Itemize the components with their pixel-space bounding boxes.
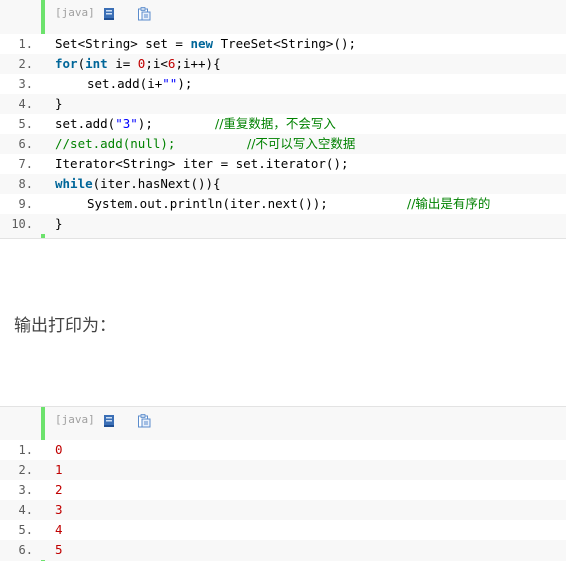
line-number: 4. <box>18 97 33 111</box>
code-line: 4. } <box>0 94 566 114</box>
code-line: 10. } <box>0 214 566 234</box>
output-line: 2. 1 <box>0 460 566 480</box>
line-number: 6. <box>18 543 33 557</box>
output-value: 4 <box>55 522 63 537</box>
line-number: 4. <box>18 503 33 517</box>
code-line: 3. set.add(i+""); <box>0 74 566 94</box>
output-value: 5 <box>55 542 63 557</box>
book-icon[interactable] <box>103 413 116 427</box>
line-number: 5. <box>18 523 33 537</box>
code-block-output: [java] 1. 0 2. 1 3. 2 4. 3 5. 4 6. 5 <box>0 406 566 561</box>
code-line: 6. //set.add(null); //不可以写入空数据 <box>0 134 566 154</box>
clipboard-icon[interactable] <box>137 6 151 21</box>
code-line: 7. Iterator<String> iter = set.iterator(… <box>0 154 566 174</box>
line-number: 1. <box>18 37 33 51</box>
code-toolbar: [java] <box>45 407 566 435</box>
output-line: 6. 5 <box>0 540 566 560</box>
code-line: 1. Set<String> set = new TreeSet<String>… <box>0 34 566 54</box>
line-number: 3. <box>18 77 33 91</box>
output-line: 3. 2 <box>0 480 566 500</box>
code-toolbar: [java] <box>45 0 566 28</box>
output-line: 1. 0 <box>0 440 566 460</box>
line-number: 10. <box>11 217 33 231</box>
output-value: 2 <box>55 482 63 497</box>
line-number: 3. <box>18 483 33 497</box>
line-number: 9. <box>18 197 33 211</box>
code-lines: 1. Set<String> set = new TreeSet<String>… <box>0 34 566 234</box>
code-line: 8. while(iter.hasNext()){ <box>0 174 566 194</box>
language-label: [java] <box>55 6 95 19</box>
line-number: 1. <box>18 443 33 457</box>
code-comment: //输出是有序的 <box>407 196 491 211</box>
line-number: 8. <box>18 177 33 191</box>
output-value: 3 <box>55 502 63 517</box>
code-lines: 1. 0 2. 1 3. 2 4. 3 5. 4 6. 5 <box>0 440 566 560</box>
language-label: [java] <box>55 413 95 426</box>
code-comment: //不可以写入空数据 <box>247 136 356 151</box>
output-line: 4. 3 <box>0 500 566 520</box>
code-block-source: [java] 1. Set<String> set = new TreeSet<… <box>0 0 566 239</box>
output-value: 0 <box>55 442 63 457</box>
book-icon[interactable] <box>103 6 116 20</box>
output-caption: 输出打印为： <box>14 316 116 336</box>
clipboard-icon[interactable] <box>137 413 151 428</box>
line-number: 7. <box>18 157 33 171</box>
line-number: 6. <box>18 137 33 151</box>
line-number: 5. <box>18 117 33 131</box>
code-line: 9. System.out.println(iter.next()); //输出… <box>0 194 566 214</box>
line-number: 2. <box>18 463 33 477</box>
code-line: 2. for(int i= 0;i<6;i++){ <box>0 54 566 74</box>
output-line: 5. 4 <box>0 520 566 540</box>
output-value: 1 <box>55 462 63 477</box>
code-comment: //重复数据，不会写入 <box>215 116 336 131</box>
line-number: 2. <box>18 57 33 71</box>
code-line: 5. set.add("3"); //重复数据，不会写入 <box>0 114 566 134</box>
